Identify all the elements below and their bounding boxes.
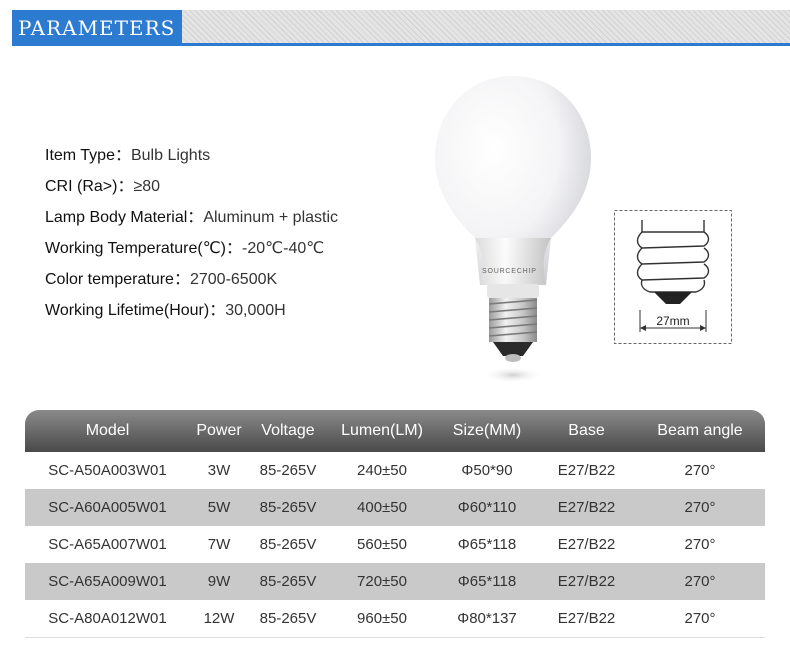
cell-voltage: 85-265V bbox=[248, 526, 328, 563]
spec-color-temperature: Color temperature：2700-6500K bbox=[45, 264, 338, 295]
cell-size: Φ60*110 bbox=[436, 489, 538, 526]
cell-base: E27/B22 bbox=[538, 563, 635, 600]
cell-lumen: 560±50 bbox=[328, 526, 436, 563]
spec-value: 2700-6500K bbox=[190, 271, 277, 288]
dimension-label: 27mm bbox=[656, 314, 689, 328]
spec-separator: ： bbox=[174, 271, 190, 288]
spec-separator: ： bbox=[117, 178, 133, 195]
spec-label: Working Lifetime(Hour) bbox=[45, 302, 209, 319]
spec-label: Lamp Body Material bbox=[45, 209, 187, 226]
screw-base-outline-icon bbox=[638, 220, 709, 292]
bulb-neck bbox=[475, 238, 551, 285]
spec-separator: ： bbox=[115, 147, 131, 164]
spec-cri: CRI (Ra>)：≥80 bbox=[45, 171, 338, 202]
spec-working-temperature: Working Temperature(℃)：-20℃-40℃ bbox=[45, 233, 338, 264]
section-title: PARAMETERS bbox=[12, 10, 182, 43]
parameters-table-wrap: Model Power Voltage Lumen(LM) Size(MM) B… bbox=[25, 410, 765, 637]
cell-voltage: 85-265V bbox=[248, 489, 328, 526]
spec-value: ≥80 bbox=[133, 178, 160, 195]
cell-model: SC-A65A009W01 bbox=[25, 563, 190, 600]
spec-label: Working Temperature(℃) bbox=[45, 240, 226, 257]
bulb-brand-label: SOURCECHIP bbox=[482, 268, 537, 275]
spec-label: Item Type bbox=[45, 147, 115, 164]
base-dimension-diagram: 27mm bbox=[614, 210, 732, 344]
bulb-shadow bbox=[483, 367, 543, 383]
cell-power: 9W bbox=[190, 563, 248, 600]
cell-base: E27/B22 bbox=[538, 600, 635, 637]
spec-material: Lamp Body Material：Aluminum + plastic bbox=[45, 202, 338, 233]
spec-value: 30,000H bbox=[225, 302, 286, 319]
table-row: SC-A65A007W01 7W 85-265V 560±50 Φ65*118 … bbox=[25, 526, 765, 563]
spec-lifetime: Working Lifetime(Hour)：30,000H bbox=[45, 295, 338, 326]
bulb-image bbox=[425, 70, 595, 390]
spec-separator: ： bbox=[209, 302, 225, 319]
table-row: SC-A80A012W01 12W 85-265V 960±50 Φ80*137… bbox=[25, 600, 765, 637]
cell-power: 5W bbox=[190, 489, 248, 526]
cell-power: 7W bbox=[190, 526, 248, 563]
spec-value: Bulb Lights bbox=[131, 147, 210, 164]
bulb-screw-base bbox=[489, 298, 537, 362]
header-lumen: Lumen(LM) bbox=[328, 410, 436, 452]
cell-model: SC-A65A007W01 bbox=[25, 526, 190, 563]
cell-beam-angle: 270° bbox=[635, 526, 765, 563]
spec-item-type: Item Type：Bulb Lights bbox=[45, 140, 338, 171]
cell-base: E27/B22 bbox=[538, 489, 635, 526]
cell-lumen: 240±50 bbox=[328, 452, 436, 489]
cell-model: SC-A50A003W01 bbox=[25, 452, 190, 489]
table-row: SC-A60A005W01 5W 85-265V 400±50 Φ60*110 … bbox=[25, 489, 765, 526]
section-header: PARAMETERS bbox=[12, 10, 790, 46]
cell-model: SC-A80A012W01 bbox=[25, 600, 190, 637]
cell-lumen: 720±50 bbox=[328, 563, 436, 600]
cell-size: Φ80*137 bbox=[436, 600, 538, 637]
cell-lumen: 960±50 bbox=[328, 600, 436, 637]
cell-size: Φ50*90 bbox=[436, 452, 538, 489]
spec-separator: ： bbox=[226, 240, 242, 257]
table-bottom-divider bbox=[25, 637, 765, 638]
spec-list: Item Type：Bulb Lights CRI (Ra>)：≥80 Lamp… bbox=[45, 140, 338, 326]
cell-base: E27/B22 bbox=[538, 526, 635, 563]
cell-beam-angle: 270° bbox=[635, 563, 765, 600]
cell-voltage: 85-265V bbox=[248, 600, 328, 637]
spec-value: Aluminum + plastic bbox=[203, 209, 338, 226]
spec-label: CRI (Ra>) bbox=[45, 178, 117, 195]
cell-base: E27/B22 bbox=[538, 452, 635, 489]
header-voltage: Voltage bbox=[248, 410, 328, 452]
cell-beam-angle: 270° bbox=[635, 489, 765, 526]
cell-model: SC-A60A005W01 bbox=[25, 489, 190, 526]
header-size: Size(MM) bbox=[436, 410, 538, 452]
header-power: Power bbox=[190, 410, 248, 452]
cell-power: 3W bbox=[190, 452, 248, 489]
header-model: Model bbox=[25, 410, 190, 452]
header-beam-angle: Beam angle bbox=[635, 410, 765, 452]
parameters-table: Model Power Voltage Lumen(LM) Size(MM) B… bbox=[25, 410, 765, 637]
cell-lumen: 400±50 bbox=[328, 489, 436, 526]
cell-beam-angle: 270° bbox=[635, 452, 765, 489]
cell-size: Φ65*118 bbox=[436, 563, 538, 600]
table-row: SC-A50A003W01 3W 85-265V 240±50 Φ50*90 E… bbox=[25, 452, 765, 489]
header-base: Base bbox=[538, 410, 635, 452]
cell-power: 12W bbox=[190, 600, 248, 637]
cell-voltage: 85-265V bbox=[248, 563, 328, 600]
table-header-row: Model Power Voltage Lumen(LM) Size(MM) B… bbox=[25, 410, 765, 452]
spec-label: Color temperature bbox=[45, 271, 174, 288]
cell-voltage: 85-265V bbox=[248, 452, 328, 489]
cell-size: Φ65*118 bbox=[436, 526, 538, 563]
cell-beam-angle: 270° bbox=[635, 600, 765, 637]
spec-value: -20℃-40℃ bbox=[242, 240, 324, 257]
table-row: SC-A65A009W01 9W 85-265V 720±50 Φ65*118 … bbox=[25, 563, 765, 600]
spec-separator: ： bbox=[187, 209, 203, 226]
screw-tip bbox=[654, 292, 692, 304]
bulb-collar bbox=[487, 284, 539, 298]
